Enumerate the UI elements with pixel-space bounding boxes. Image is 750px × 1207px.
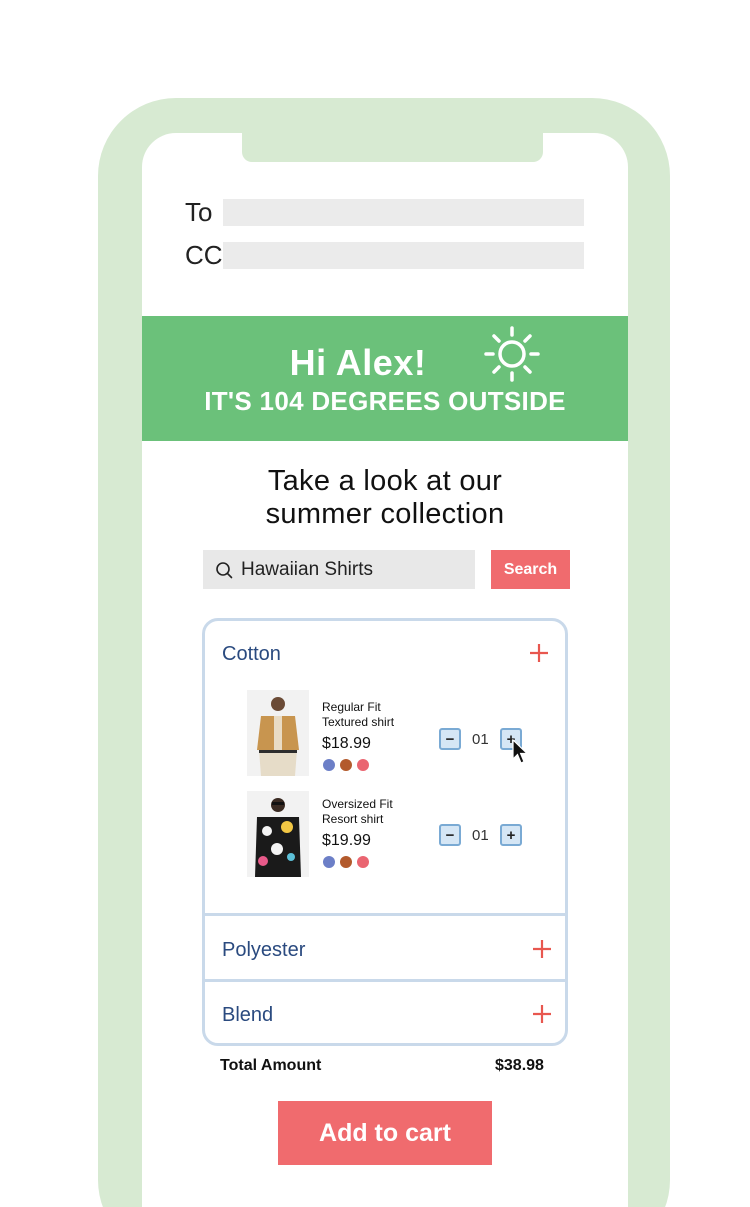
total-amount-value: $38.98 bbox=[495, 1057, 544, 1074]
email-cc-label: CC bbox=[185, 240, 223, 270]
color-swatch-pink[interactable] bbox=[357, 856, 369, 868]
product-image-textured-shirt[interactable] bbox=[247, 690, 309, 776]
greeting-line: Hi Alex! bbox=[142, 342, 628, 384]
search-box bbox=[203, 550, 475, 589]
color-swatch-pink[interactable] bbox=[357, 759, 369, 771]
email-cc-field[interactable] bbox=[223, 242, 584, 269]
expand-blend-plus-icon[interactable] bbox=[531, 1003, 553, 1025]
quantity-minus-button[interactable]: − bbox=[439, 824, 461, 846]
color-swatch-blue[interactable] bbox=[323, 759, 335, 771]
accordion-divider bbox=[205, 979, 565, 982]
mouse-pointer-icon bbox=[512, 739, 529, 764]
search-input[interactable] bbox=[241, 558, 461, 581]
expand-cotton-plus-icon[interactable] bbox=[528, 642, 550, 664]
quantity-value: 01 bbox=[472, 827, 489, 844]
quantity-minus-button[interactable]: − bbox=[439, 728, 461, 750]
search-icon bbox=[216, 561, 233, 578]
product-image-resort-shirt[interactable] bbox=[247, 791, 309, 877]
sun-icon bbox=[484, 326, 540, 382]
quantity-value: 01 bbox=[472, 731, 489, 748]
expand-polyester-plus-icon[interactable] bbox=[531, 938, 553, 960]
total-amount-label: Total Amount bbox=[220, 1057, 322, 1074]
product-name: Oversized Fit Resort shirt bbox=[322, 797, 393, 826]
category-polyester-label[interactable]: Polyester bbox=[222, 939, 305, 962]
email-to-field[interactable] bbox=[223, 199, 584, 226]
email-cc-row: CC bbox=[185, 240, 584, 271]
quantity-plus-button[interactable]: + bbox=[500, 824, 522, 846]
category-cotton-label[interactable]: Cotton bbox=[222, 643, 281, 666]
product-price: $18.99 bbox=[322, 735, 371, 752]
greeting-text: Hi Alex! bbox=[289, 342, 427, 383]
category-accordion: Cotton Regular Fit Textured shirt $18.99… bbox=[202, 618, 568, 1046]
product-name: Regular Fit Textured shirt bbox=[322, 700, 395, 729]
heading-line-2: summer collection bbox=[265, 498, 505, 530]
color-swatch-brown[interactable] bbox=[340, 856, 352, 868]
heading-line-1: Take a look at our bbox=[267, 465, 503, 497]
search-button[interactable]: Search bbox=[491, 550, 570, 589]
accordion-divider bbox=[205, 913, 565, 916]
category-blend-label[interactable]: Blend bbox=[222, 1004, 273, 1027]
email-to-row: To bbox=[185, 197, 584, 228]
email-to-label: To bbox=[185, 197, 213, 227]
phone-notch bbox=[242, 132, 543, 162]
color-swatch-blue[interactable] bbox=[323, 856, 335, 868]
weather-banner: Hi Alex! IT'S 104 DEGREES OUTSIDE bbox=[142, 316, 628, 441]
add-to-cart-button[interactable]: Add to cart bbox=[278, 1101, 492, 1165]
product-price: $19.99 bbox=[322, 832, 371, 849]
color-swatch-brown[interactable] bbox=[340, 759, 352, 771]
temperature-text: IT'S 104 DEGREES OUTSIDE bbox=[204, 386, 566, 416]
collection-heading: Take a look at our summer collection bbox=[142, 465, 628, 531]
